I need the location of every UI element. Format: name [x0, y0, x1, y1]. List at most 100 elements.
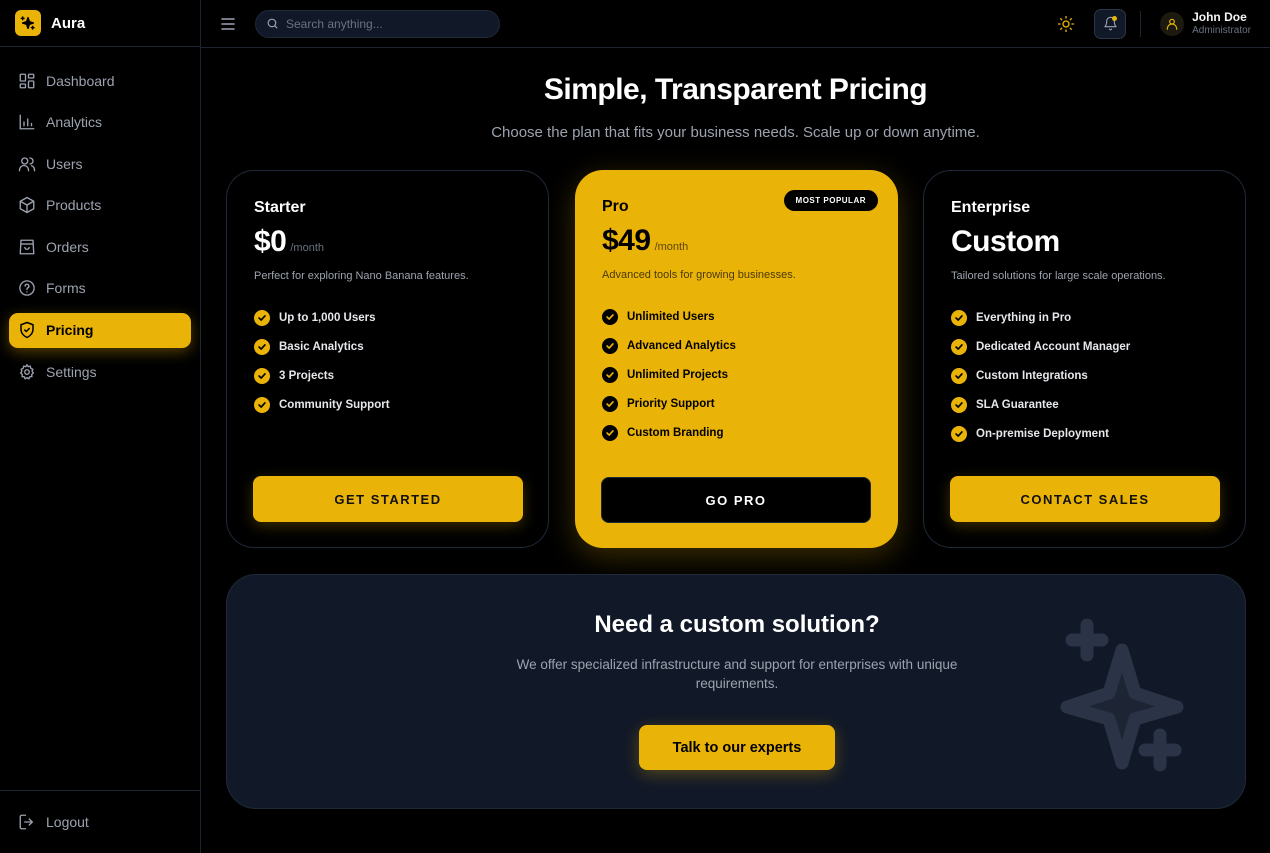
- feature-item: SLA Guarantee: [951, 395, 1218, 415]
- plan-price: $0: [254, 225, 287, 258]
- feature-label: Priority Support: [627, 397, 715, 410]
- feature-item: Up to 1,000 Users: [254, 308, 521, 328]
- bar-chart-icon: [19, 114, 35, 130]
- feature-label: Community Support: [279, 398, 390, 411]
- sidebar-item-label: Products: [46, 197, 102, 214]
- sidebar-item-label: Pricing: [46, 322, 94, 339]
- plan-price: Custom: [951, 225, 1060, 258]
- plan-period: /month: [290, 242, 325, 254]
- check-icon: [254, 367, 270, 384]
- plan-description: Advanced tools for growing businesses.: [602, 269, 796, 281]
- sidebar-item-analytics[interactable]: Analytics: [9, 105, 191, 140]
- sidebar-item-settings[interactable]: Settings: [9, 354, 191, 389]
- feature-label: Basic Analytics: [279, 340, 364, 353]
- feature-label: Dedicated Account Manager: [976, 340, 1131, 353]
- logout-button[interactable]: Logout: [0, 790, 200, 853]
- sidebar-item-products[interactable]: Products: [9, 188, 191, 223]
- cta-text: We offer specialized infrastructure and …: [516, 657, 958, 691]
- plan-name: Enterprise: [951, 199, 1031, 216]
- price-row: $49 /month: [602, 224, 871, 258]
- sidebar-item-label: Forms: [46, 280, 86, 297]
- feature-item: Unlimited Projects: [602, 365, 871, 385]
- hamburger-icon: [221, 17, 235, 30]
- talk-to-experts-button[interactable]: Talk to our experts: [639, 725, 835, 770]
- menu-toggle-button[interactable]: [220, 17, 236, 31]
- sparkle-logo-icon: [15, 10, 41, 36]
- notification-dot: [1112, 15, 1118, 21]
- price-row: $0 /month: [254, 225, 521, 259]
- check-icon: [602, 395, 618, 412]
- feature-item: Advanced Analytics: [602, 336, 871, 356]
- feature-list: Up to 1,000 Users Basic Analytics 3 Proj…: [254, 308, 521, 415]
- check-icon: [951, 425, 967, 442]
- sidebar-nav: Dashboard Analytics Users Products Order…: [0, 47, 200, 389]
- feature-label: Advanced Analytics: [627, 339, 736, 352]
- search-input[interactable]: [286, 16, 486, 31]
- check-icon: [254, 310, 270, 326]
- gear-icon: [19, 363, 35, 380]
- logout-label: Logout: [46, 814, 89, 830]
- user-icon: [1166, 18, 1178, 30]
- page-title: Simple, Transparent Pricing: [543, 73, 928, 106]
- shield-check-icon: [20, 321, 34, 339]
- sidebar-item-label: Settings: [46, 363, 97, 380]
- check-icon: [254, 338, 270, 355]
- brand-name: Aura: [51, 14, 86, 32]
- feature-label: Unlimited Projects: [627, 368, 728, 381]
- plan-card-starter: Starter $0 /month Perfect for exploring …: [226, 170, 549, 548]
- check-icon: [951, 396, 967, 413]
- notifications-button[interactable]: [1094, 8, 1127, 39]
- plan-period: /month: [654, 241, 689, 253]
- search-icon: [267, 18, 278, 29]
- check-icon: [254, 396, 270, 413]
- feature-item: Custom Branding: [602, 423, 871, 443]
- feature-list: Unlimited Users Advanced Analytics Unlim…: [602, 307, 871, 443]
- sidebar: Aura Dashboard Analytics Users Products …: [0, 0, 201, 853]
- custom-solution-banner: Need a custom solution? We offer special…: [226, 574, 1246, 809]
- check-icon: [951, 310, 967, 326]
- user-name: John Doe: [1192, 9, 1247, 24]
- sidebar-item-dashboard[interactable]: Dashboard: [9, 63, 191, 98]
- feature-item: Priority Support: [602, 394, 871, 414]
- most-popular-badge: MOST POPULAR: [783, 190, 878, 211]
- user-info[interactable]: John Doe Administrator: [1192, 9, 1251, 37]
- sidebar-item-label: Users: [46, 155, 83, 172]
- feature-label: Unlimited Users: [627, 311, 715, 323]
- sidebar-item-forms[interactable]: Forms: [9, 271, 191, 306]
- cta-title: Need a custom solution?: [594, 611, 880, 638]
- check-icon: [602, 424, 618, 441]
- check-icon: [602, 309, 618, 325]
- avatar[interactable]: [1160, 11, 1185, 36]
- price-row: Custom: [951, 225, 1218, 259]
- sun-icon[interactable]: [1057, 15, 1075, 33]
- feature-item: Everything in Pro: [951, 308, 1218, 328]
- contact-sales-button[interactable]: CONTACT SALES: [950, 476, 1220, 522]
- go-pro-button[interactable]: GO PRO: [601, 477, 871, 523]
- feature-label: On-premise Deployment: [976, 427, 1109, 440]
- sidebar-item-label: Orders: [46, 238, 89, 255]
- get-started-button[interactable]: GET STARTED: [253, 476, 523, 522]
- search-bar[interactable]: [255, 9, 500, 38]
- plan-description: Tailored solutions for large scale opera…: [951, 270, 1166, 282]
- check-icon: [951, 338, 967, 355]
- logout-icon: [19, 814, 33, 830]
- sidebar-item-users[interactable]: Users: [9, 146, 191, 181]
- feature-label: SLA Guarantee: [976, 398, 1059, 411]
- feature-item: 3 Projects: [254, 366, 521, 386]
- brand[interactable]: Aura: [0, 0, 200, 47]
- user-role: Administrator: [1192, 25, 1251, 37]
- sparkles-icon: [1060, 618, 1184, 772]
- feature-item: Community Support: [254, 395, 521, 415]
- sidebar-item-label: Analytics: [46, 114, 103, 131]
- feature-item: On-premise Deployment: [951, 424, 1218, 444]
- sidebar-item-label: Dashboard: [46, 72, 115, 89]
- feature-item: Dedicated Account Manager: [951, 337, 1218, 357]
- sidebar-item-orders[interactable]: Orders: [9, 229, 191, 264]
- box-icon: [19, 197, 35, 214]
- feature-label: Custom Branding: [627, 426, 724, 439]
- grid-icon: [19, 73, 35, 88]
- header-actions: John Doe Administrator: [1057, 0, 1270, 47]
- sidebar-item-pricing[interactable]: Pricing: [9, 312, 191, 348]
- check-icon: [602, 366, 618, 383]
- feature-item: Basic Analytics: [254, 337, 521, 357]
